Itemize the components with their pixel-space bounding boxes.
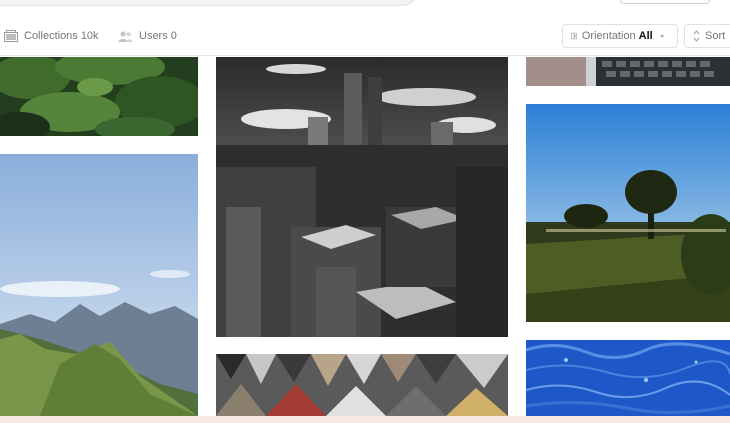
photo-forest[interactable] (0, 57, 198, 136)
collections-icon (4, 30, 18, 42)
photo-triangles[interactable] (216, 354, 508, 416)
photo-keyboard[interactable] (526, 57, 730, 86)
search-bar-edge[interactable] (0, 0, 420, 6)
photo-park-sunset[interactable] (526, 104, 730, 322)
photo-city-bw[interactable] (216, 57, 508, 337)
bottom-bar-edge (0, 416, 730, 423)
filter-bar: Collections 10k Users 0 Orientation All … (0, 20, 730, 56)
collections-count: 10k (80, 30, 99, 42)
photo-mountains[interactable] (0, 154, 198, 416)
collections-filter[interactable]: Collections 10k (4, 20, 99, 52)
collections-label: Collections (24, 30, 78, 42)
orientation-dropdown[interactable]: Orientation All (562, 24, 678, 48)
header-button-edge[interactable] (620, 0, 710, 4)
users-label: Users (139, 30, 168, 42)
sort-icon (693, 30, 700, 42)
orientation-value: All (638, 30, 653, 42)
sort-label: Sort (705, 30, 726, 42)
sort-dropdown[interactable]: Sort (684, 24, 730, 48)
orientation-label: Orientation (581, 30, 636, 42)
photo-water[interactable] (526, 340, 730, 416)
users-count: 0 (170, 30, 177, 42)
users-icon (118, 31, 133, 42)
orientation-icon (571, 32, 577, 40)
chevron-down-icon (659, 34, 664, 38)
users-filter[interactable]: Users 0 (118, 20, 177, 52)
